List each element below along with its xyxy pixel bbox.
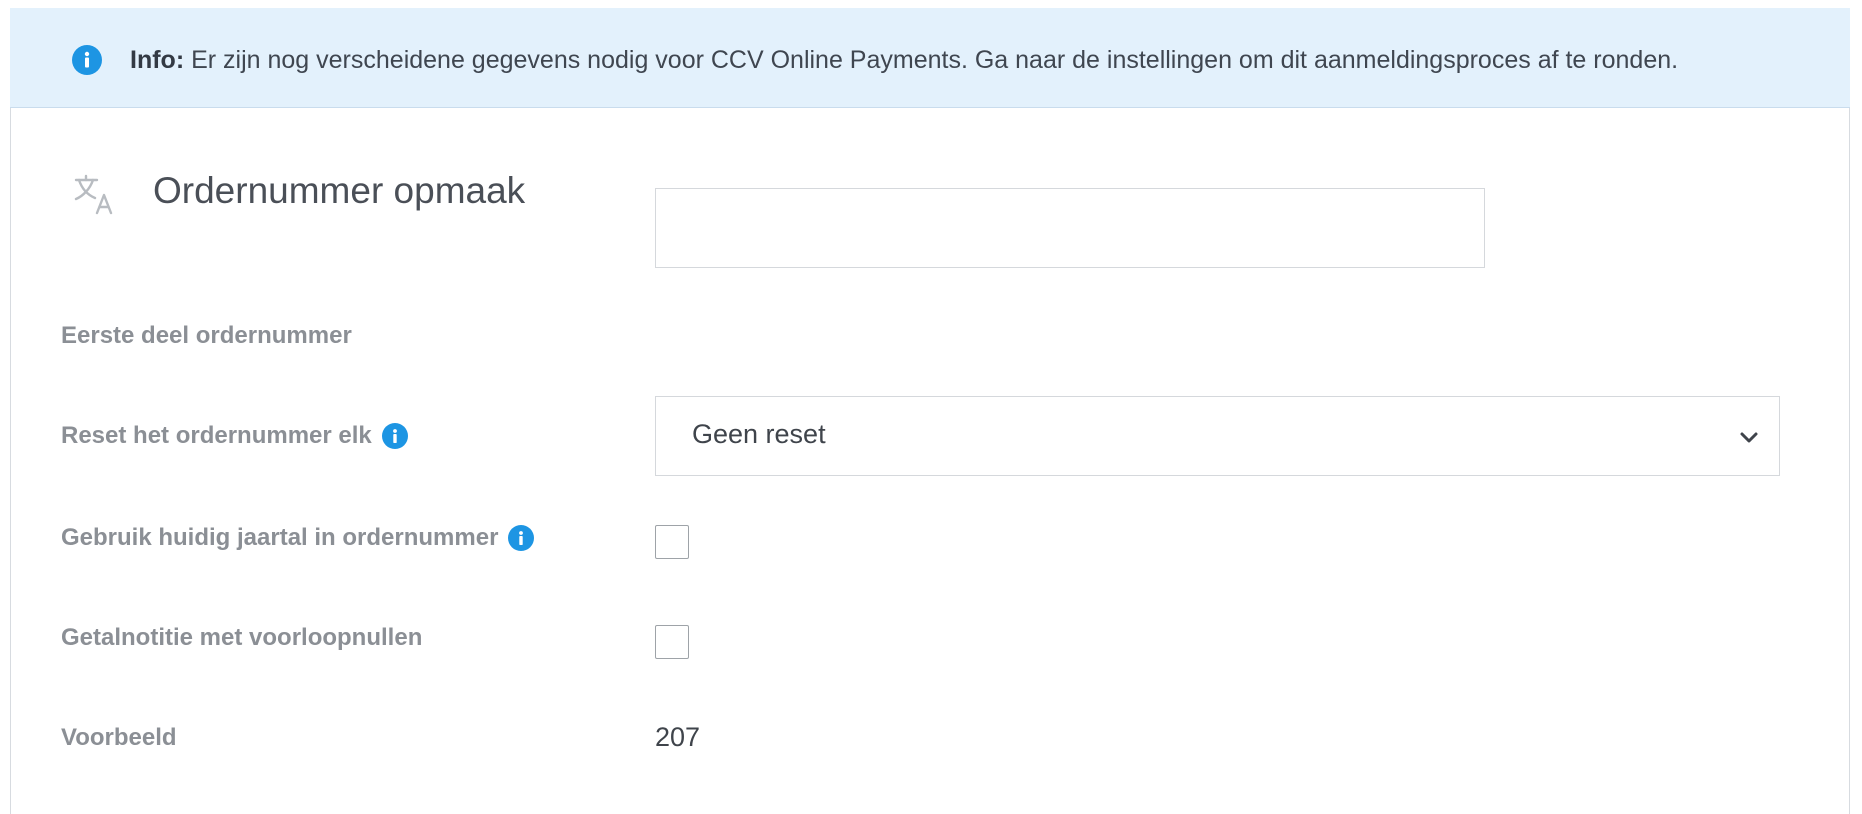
reset-label-text: Reset het ordernummer elk	[61, 422, 372, 449]
reset-label: Reset het ordernummer elk	[61, 422, 408, 450]
translate-icon	[74, 174, 113, 215]
use-year-label-text: Gebruik huidig jaartal in ordernummer	[61, 524, 499, 551]
prefix-label: Eerste deel ordernummer	[61, 322, 352, 350]
reset-select-value: Geen reset	[692, 419, 826, 449]
info-label: Info:	[130, 46, 185, 74]
leading-zeros-label: Getalnotitie met voorloopnullen	[61, 624, 422, 652]
example-label: Voorbeeld	[61, 724, 177, 752]
leading-zeros-checkbox[interactable]	[655, 625, 689, 659]
info-icon	[72, 45, 102, 75]
order-prefix-input[interactable]	[655, 188, 1485, 268]
reset-help-icon[interactable]	[381, 423, 408, 449]
prefix-label-text: Eerste deel ordernummer	[61, 322, 352, 349]
page: Info: Er zijn nog verscheidene gegevens …	[0, 0, 1862, 814]
page-title: Ordernummer opmaak	[153, 170, 526, 211]
chevron-down-icon	[1740, 432, 1758, 443]
use-year-checkbox[interactable]	[655, 525, 689, 559]
leading-zeros-label-text: Getalnotitie met voorloopnullen	[61, 624, 423, 651]
use-year-label: Gebruik huidig jaartal in ordernummer	[61, 524, 535, 552]
example-label-text: Voorbeeld	[61, 724, 177, 751]
reset-select[interactable]: Geen reset	[655, 396, 1780, 476]
info-message-text: Er zijn nog verscheidene gegevens nodig …	[191, 46, 1679, 74]
info-banner: Info: Er zijn nog verscheidene gegevens …	[10, 8, 1850, 108]
example-value: 207	[655, 722, 701, 752]
info-message: Info: Er zijn nog verscheidene gegevens …	[130, 46, 1678, 75]
use-year-help-icon[interactable]	[508, 525, 535, 551]
